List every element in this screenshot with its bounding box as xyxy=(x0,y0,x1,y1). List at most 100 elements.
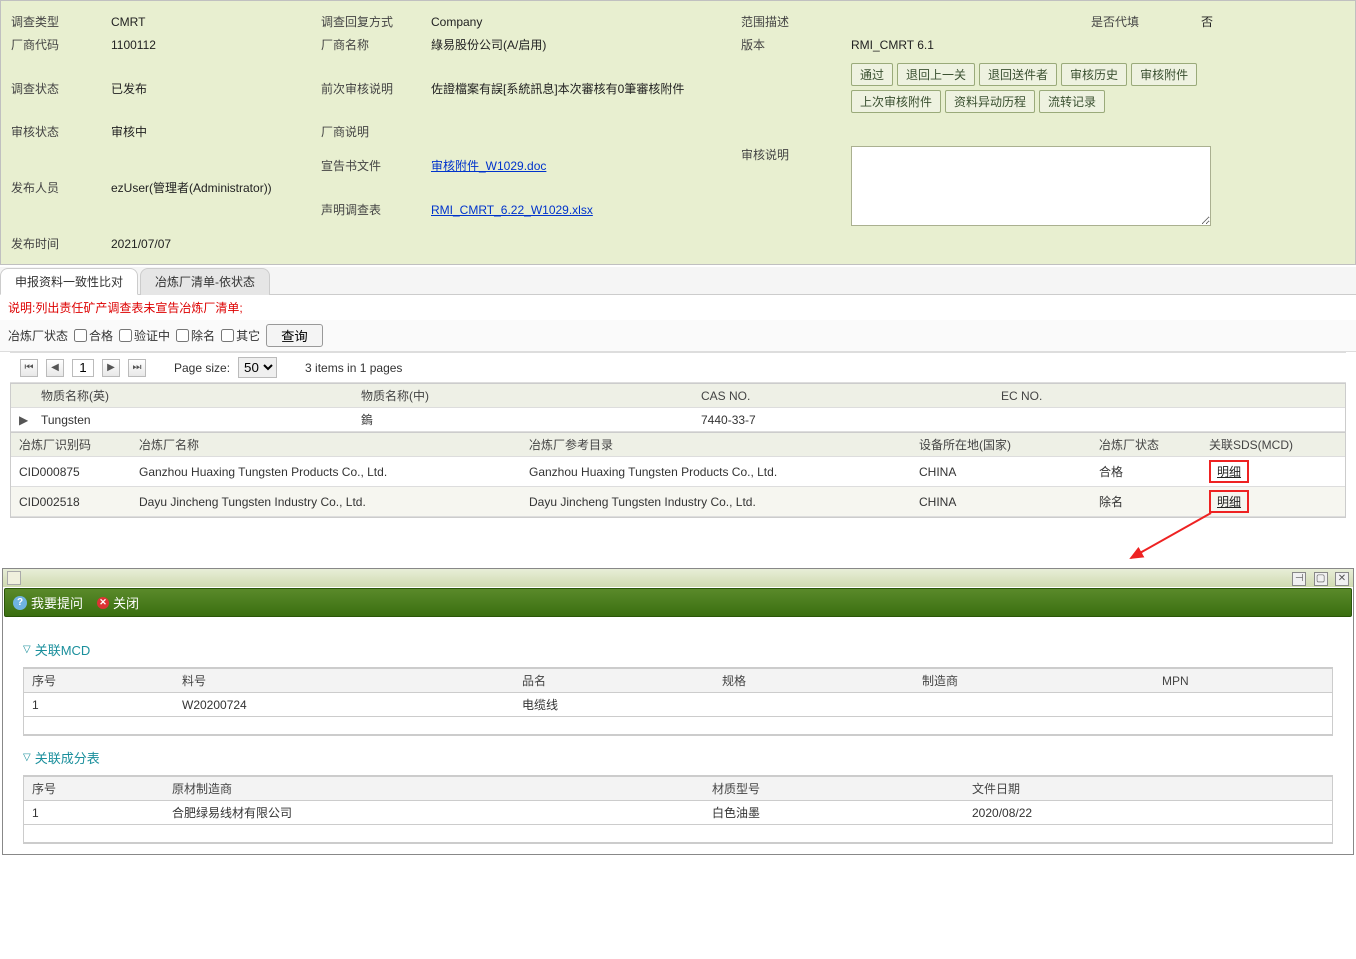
row-indicator-icon: ▶ xyxy=(11,408,33,432)
review-desc-input[interactable] xyxy=(851,146,1211,226)
smelter-grid: 冶炼厂识别码 冶炼厂名称 冶炼厂参考目录 设备所在地(国家) 冶炼厂状态 关联S… xyxy=(10,433,1346,518)
col-spec: 规格 xyxy=(714,669,914,693)
col-seq: 序号 xyxy=(24,669,174,693)
subwin-toolbar: ?我要提问 ✕关闭 xyxy=(4,588,1352,617)
window-icon xyxy=(7,571,21,585)
pager-last-icon[interactable]: ⏭ xyxy=(128,359,146,377)
filter-row: 冶炼厂状态 合格 验证中 除名 其它 查询 xyxy=(0,320,1356,352)
value-vendor-name: 綠易股份公司(A/启用) xyxy=(431,36,731,53)
col-mpn: MPN xyxy=(1154,669,1332,693)
col-partname: 品名 xyxy=(514,669,714,693)
filter-label: 冶炼厂状态 xyxy=(8,327,68,344)
pager-next-icon[interactable]: ▶ xyxy=(102,359,120,377)
col-sds: 关联SDS(MCD) xyxy=(1201,433,1345,457)
pager-page-input[interactable] xyxy=(72,359,94,377)
table-row[interactable]: 1 合肥绿易线材有限公司 白色油墨 2020/08/22 xyxy=(24,801,1332,825)
substance-grid: 物质名称(英) 物质名称(中) CAS NO. EC NO. ▶ Tungste… xyxy=(10,383,1346,433)
label-publish-time: 发布时间 xyxy=(11,235,101,252)
arrow-icon xyxy=(1116,508,1236,568)
comp-table: 序号 原材制造商 材质型号 文件日期 1 合肥绿易线材有限公司 白色油墨 202… xyxy=(23,775,1333,844)
page-size-label: Page size: xyxy=(174,361,230,375)
mcd-table: 序号 料号 品名 规格 制造商 MPN 1 W20200724 电缆线 xyxy=(23,667,1333,736)
close-window-icon[interactable]: ✕ xyxy=(1335,572,1349,586)
table-row[interactable]: ▶ Tungsten 鎢 7440-33-7 xyxy=(11,408,1345,432)
col-ec: EC NO. xyxy=(993,384,1345,408)
label-review-status: 审核状态 xyxy=(11,123,101,140)
label-last-review-desc: 前次审核说明 xyxy=(321,80,421,97)
label-reply-method: 调查回复方式 xyxy=(321,13,421,30)
label-vendor-code: 厂商代码 xyxy=(11,36,101,53)
btn-return-prev[interactable]: 退回上一关 xyxy=(897,63,975,86)
tab-consistency[interactable]: 申报资料一致性比对 xyxy=(0,268,138,295)
query-button[interactable]: 查询 xyxy=(266,324,323,347)
close-icon: ✕ xyxy=(97,597,109,609)
col-smelter-id: 冶炼厂识别码 xyxy=(11,433,131,457)
pager-summary: 3 items in 1 pages xyxy=(305,361,402,375)
detail-link[interactable]: 明细 xyxy=(1217,465,1241,479)
link-declaration-file[interactable]: 审核附件_W1029.doc xyxy=(431,159,546,173)
label-vendor-desc: 厂商说明 xyxy=(321,123,421,140)
col-smelter-status: 冶炼厂状态 xyxy=(1091,433,1201,457)
btn-review-history[interactable]: 审核历史 xyxy=(1061,63,1127,86)
value-reply-method: Company xyxy=(431,15,731,29)
detail-subwindow: ⊣ ▢ ✕ ?我要提问 ✕关闭 关联MCD 序号 料号 品名 规格 制造商 MP… xyxy=(2,568,1354,855)
note-text: 说明:列出责任矿产调查表未宣告冶炼厂清单; xyxy=(0,295,1356,320)
col-cas: CAS NO. xyxy=(693,384,993,408)
table-row[interactable]: 1 W20200724 电缆线 xyxy=(24,693,1332,717)
btn-pass[interactable]: 通过 xyxy=(851,63,893,86)
btn-flow-record[interactable]: 流转记录 xyxy=(1039,90,1105,113)
col-partno: 料号 xyxy=(174,669,514,693)
value-version: RMI_CMRT 6.1 xyxy=(851,38,1081,52)
value-investigation-status: 已发布 xyxy=(111,80,311,97)
col-substance-cn: 物质名称(中) xyxy=(353,384,693,408)
col-seq2: 序号 xyxy=(24,777,164,801)
col-smelter-ref: 冶炼厂参考目录 xyxy=(521,433,911,457)
label-declaration-file: 宣告书文件 xyxy=(321,157,421,174)
col-country: 设备所在地(国家) xyxy=(911,433,1091,457)
btn-review-attach[interactable]: 审核附件 xyxy=(1131,63,1197,86)
action-buttons: 通过 退回上一关 退回送件者 审核历史 审核附件 上次审核附件 资料异动历程 流… xyxy=(851,63,1281,113)
value-review-status: 审核中 xyxy=(111,123,311,140)
label-vendor-name: 厂商名称 xyxy=(321,36,421,53)
pin-icon[interactable]: ⊣ xyxy=(1292,572,1306,586)
chk-verifying[interactable] xyxy=(119,329,132,342)
col-material-model: 材质型号 xyxy=(704,777,964,801)
maximize-icon[interactable]: ▢ xyxy=(1314,572,1328,586)
chk-removed[interactable] xyxy=(176,329,189,342)
value-publish-time: 2021/07/07 xyxy=(111,237,311,251)
arrow-annotation xyxy=(0,518,1356,558)
btn-return-sender[interactable]: 退回送件者 xyxy=(979,63,1057,86)
value-investigation-type: CMRT xyxy=(111,15,311,29)
label-statement-form: 声明调查表 xyxy=(321,201,421,218)
subwin-titlebar: ⊣ ▢ ✕ xyxy=(3,569,1353,587)
col-file-date: 文件日期 xyxy=(964,777,1332,801)
col-maker: 制造商 xyxy=(914,669,1154,693)
detail-link[interactable]: 明细 xyxy=(1217,495,1241,509)
btn-change-history[interactable]: 资料异动历程 xyxy=(945,90,1035,113)
help-icon: ? xyxy=(13,596,27,610)
label-review-desc: 审核说明 xyxy=(741,146,841,163)
btn-last-review-attach[interactable]: 上次审核附件 xyxy=(851,90,941,113)
value-publisher: ezUser(管理者(Administrator)) xyxy=(111,179,311,196)
section-comp-title[interactable]: 关联成分表 xyxy=(23,748,1333,767)
pager-first-icon[interactable]: ⏮ xyxy=(20,359,38,377)
label-scope-desc: 范围描述 xyxy=(741,13,841,30)
label-version: 版本 xyxy=(741,36,841,53)
page-size-select[interactable]: 50 xyxy=(238,357,277,378)
pager-prev-icon[interactable]: ◀ xyxy=(46,359,64,377)
value-last-review-desc: 佐證檔案有誤[系統訊息]本次審核有0筆審核附件 xyxy=(431,80,731,97)
chk-qualified[interactable] xyxy=(74,329,87,342)
table-row[interactable]: CID000875 Ganzhou Huaxing Tungsten Produ… xyxy=(11,457,1345,487)
link-statement-form[interactable]: RMI_CMRT_6.22_W1029.xlsx xyxy=(431,203,593,217)
close-button[interactable]: ✕关闭 xyxy=(97,593,139,612)
label-investigation-type: 调查类型 xyxy=(11,13,101,30)
section-mcd-title[interactable]: 关联MCD xyxy=(23,640,1333,659)
label-investigation-status: 调查状态 xyxy=(11,80,101,97)
chk-other[interactable] xyxy=(221,329,234,342)
col-smelter-name: 冶炼厂名称 xyxy=(131,433,521,457)
value-vendor-code: 1100112 xyxy=(111,38,311,52)
col-raw-maker: 原材制造商 xyxy=(164,777,704,801)
ask-button[interactable]: ?我要提问 xyxy=(13,593,83,612)
tabs: 申报资料一致性比对 冶炼厂清单-依状态 xyxy=(0,267,1356,295)
tab-smelter-list[interactable]: 冶炼厂清单-依状态 xyxy=(140,268,270,295)
